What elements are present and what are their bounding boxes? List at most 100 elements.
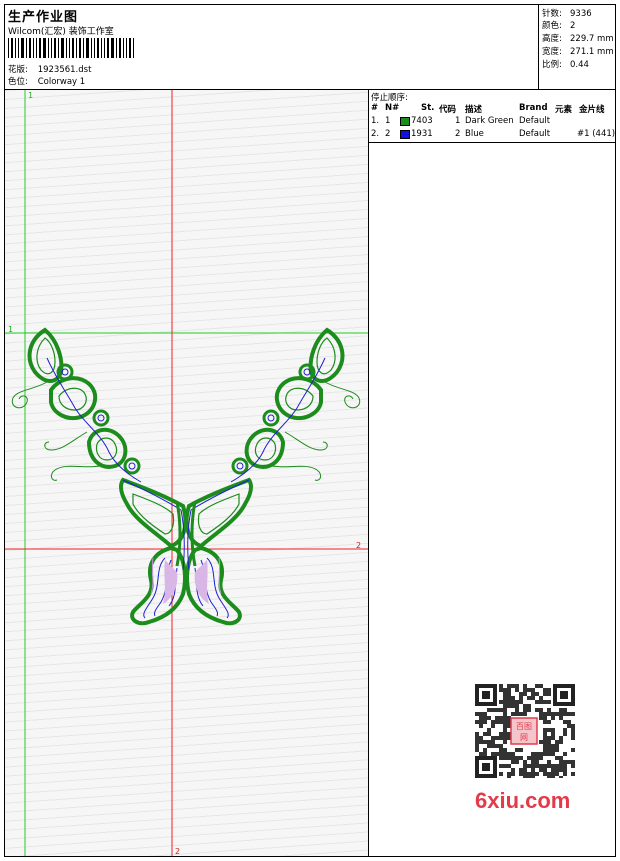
stat-label: 高度: xyxy=(542,34,562,44)
stat-label: 针数: xyxy=(542,9,562,19)
colorway-line: 色位: Colorway 1 xyxy=(8,75,85,87)
barcode-bar xyxy=(104,38,105,58)
stat-scale: 比例: 0.44 xyxy=(542,58,589,70)
colorway-value: Colorway 1 xyxy=(37,77,86,87)
barcode-bar xyxy=(61,38,64,58)
stat-value: 0.44 xyxy=(570,60,589,70)
stat-label: 比例: xyxy=(542,60,562,70)
row-stitch: 1931 xyxy=(411,129,433,139)
studio-name: Wilcom(汇宏) 装饰工作室 xyxy=(8,27,114,37)
guide-label-left: 1 xyxy=(8,325,13,334)
row-sequin: #1 (441) xyxy=(577,129,616,139)
row-index: 2. xyxy=(371,129,380,139)
barcode-bar xyxy=(126,38,127,58)
barcode-bar xyxy=(15,38,16,58)
barcode-bar xyxy=(66,38,67,58)
stat-width: 宽度: 271.1 mm xyxy=(542,45,614,57)
barcode-bar xyxy=(33,38,34,58)
design-file-label: 花版: xyxy=(8,65,28,75)
panel-divider xyxy=(369,142,615,143)
barcode xyxy=(8,38,136,58)
guide-label-top: 1 xyxy=(28,91,33,100)
motif-right-half xyxy=(184,328,362,626)
col-stitch: St. xyxy=(421,103,435,113)
qr-stamp-text-top: 百图 xyxy=(516,722,532,731)
row-description: Dark Green xyxy=(465,116,514,126)
qr-stamp-text-bottom: 网 xyxy=(520,733,528,742)
barcode-bar xyxy=(58,38,59,58)
barcode-bar xyxy=(91,38,92,58)
colorway-label: 色位: xyxy=(8,77,28,87)
col-sequin: 金片线 xyxy=(579,105,605,115)
stop-sequence-title: 停止顺序: xyxy=(371,93,408,103)
barcode-bar xyxy=(51,38,52,58)
page-title: 生产作业图 xyxy=(8,10,79,25)
embroidery-design: 1 1 2 2 xyxy=(5,90,368,856)
row-number: 1 xyxy=(385,116,391,126)
stop-sequence-row-1[interactable]: 1. 1 7403 1 Dark Green Default xyxy=(369,116,615,128)
col-brand: Brand xyxy=(519,103,548,113)
barcode-bar xyxy=(72,38,74,58)
stat-label: 宽度: xyxy=(542,47,562,57)
design-file-line: 花版: 1923561.dst xyxy=(8,63,91,75)
row-code: 2 xyxy=(455,129,461,139)
qr-code-icon: 百图 网 xyxy=(475,684,575,778)
col-description: 描述 xyxy=(465,105,483,115)
barcode-bar xyxy=(39,38,41,58)
motif-left-half xyxy=(11,327,188,626)
barcode-bar xyxy=(101,38,102,58)
stat-stitches: 针数: 9336 xyxy=(542,7,592,19)
barcode-bar xyxy=(94,38,95,58)
stat-value: 229.7 mm xyxy=(570,34,614,44)
stop-sequence-row-2[interactable]: 2. 2 1931 2 Blue Default #1 (441) xyxy=(369,129,615,141)
row-description: Blue xyxy=(465,129,484,139)
design-preview-canvas[interactable]: 1 1 2 2 xyxy=(5,90,369,856)
stat-height: 高度: 229.7 mm xyxy=(542,32,614,44)
header-info: 生产作业图 Wilcom(汇宏) 装饰工作室 花版: 1923561.dst 色… xyxy=(5,5,539,89)
col-number: N# xyxy=(385,103,400,113)
barcode-bar xyxy=(36,38,37,58)
barcode-bar xyxy=(26,38,27,58)
barcode-bar xyxy=(79,38,81,58)
barcode-bar xyxy=(43,38,46,58)
row-brand: Default xyxy=(519,116,551,126)
color-swatch-blue xyxy=(400,130,410,139)
barcode-bar xyxy=(69,38,70,58)
barcode-bar xyxy=(83,38,84,58)
color-swatch-green xyxy=(400,117,410,126)
row-stitch: 7403 xyxy=(411,116,433,126)
barcode-bar xyxy=(107,38,109,58)
stat-label: 颜色: xyxy=(542,21,562,31)
design-file-value: 1923561.dst xyxy=(37,65,92,75)
guide-label-right: 2 xyxy=(356,541,361,550)
barcode-bar xyxy=(133,38,134,58)
barcode-bar xyxy=(76,38,77,58)
barcode-bar xyxy=(18,38,19,58)
barcode-bar xyxy=(111,38,114,58)
barcode-bar xyxy=(129,38,131,58)
barcode-bar xyxy=(21,38,24,58)
barcode-bar xyxy=(123,38,124,58)
stat-colors: 颜色: 2 xyxy=(542,19,575,31)
barcode-bar xyxy=(29,38,31,58)
barcode-bar xyxy=(119,38,121,58)
watermark-site: 6xiu.com xyxy=(475,788,571,813)
design-stats: 针数: 9336 颜色: 2 高度: 229.7 mm 宽度: 271.1 mm 比例:… xyxy=(539,5,615,89)
stat-value: 2 xyxy=(570,21,576,31)
barcode-bar xyxy=(97,38,99,58)
barcode-bar xyxy=(54,38,56,58)
row-brand: Default xyxy=(519,129,551,139)
barcode-bar xyxy=(86,38,89,58)
watermark-qr: 百图 网 xyxy=(467,682,583,780)
guide-label-bottom: 2 xyxy=(175,847,180,856)
stat-value: 9336 xyxy=(570,9,592,19)
row-code: 1 xyxy=(455,116,461,126)
col-element: 元素 xyxy=(555,105,573,115)
col-code: 代码 xyxy=(439,105,457,115)
barcode-bar xyxy=(11,38,13,58)
row-index: 1. xyxy=(371,116,380,126)
barcode-bar xyxy=(48,38,49,58)
stat-value: 271.1 mm xyxy=(570,47,614,57)
col-index: # xyxy=(371,103,379,113)
row-number: 2 xyxy=(385,129,391,139)
